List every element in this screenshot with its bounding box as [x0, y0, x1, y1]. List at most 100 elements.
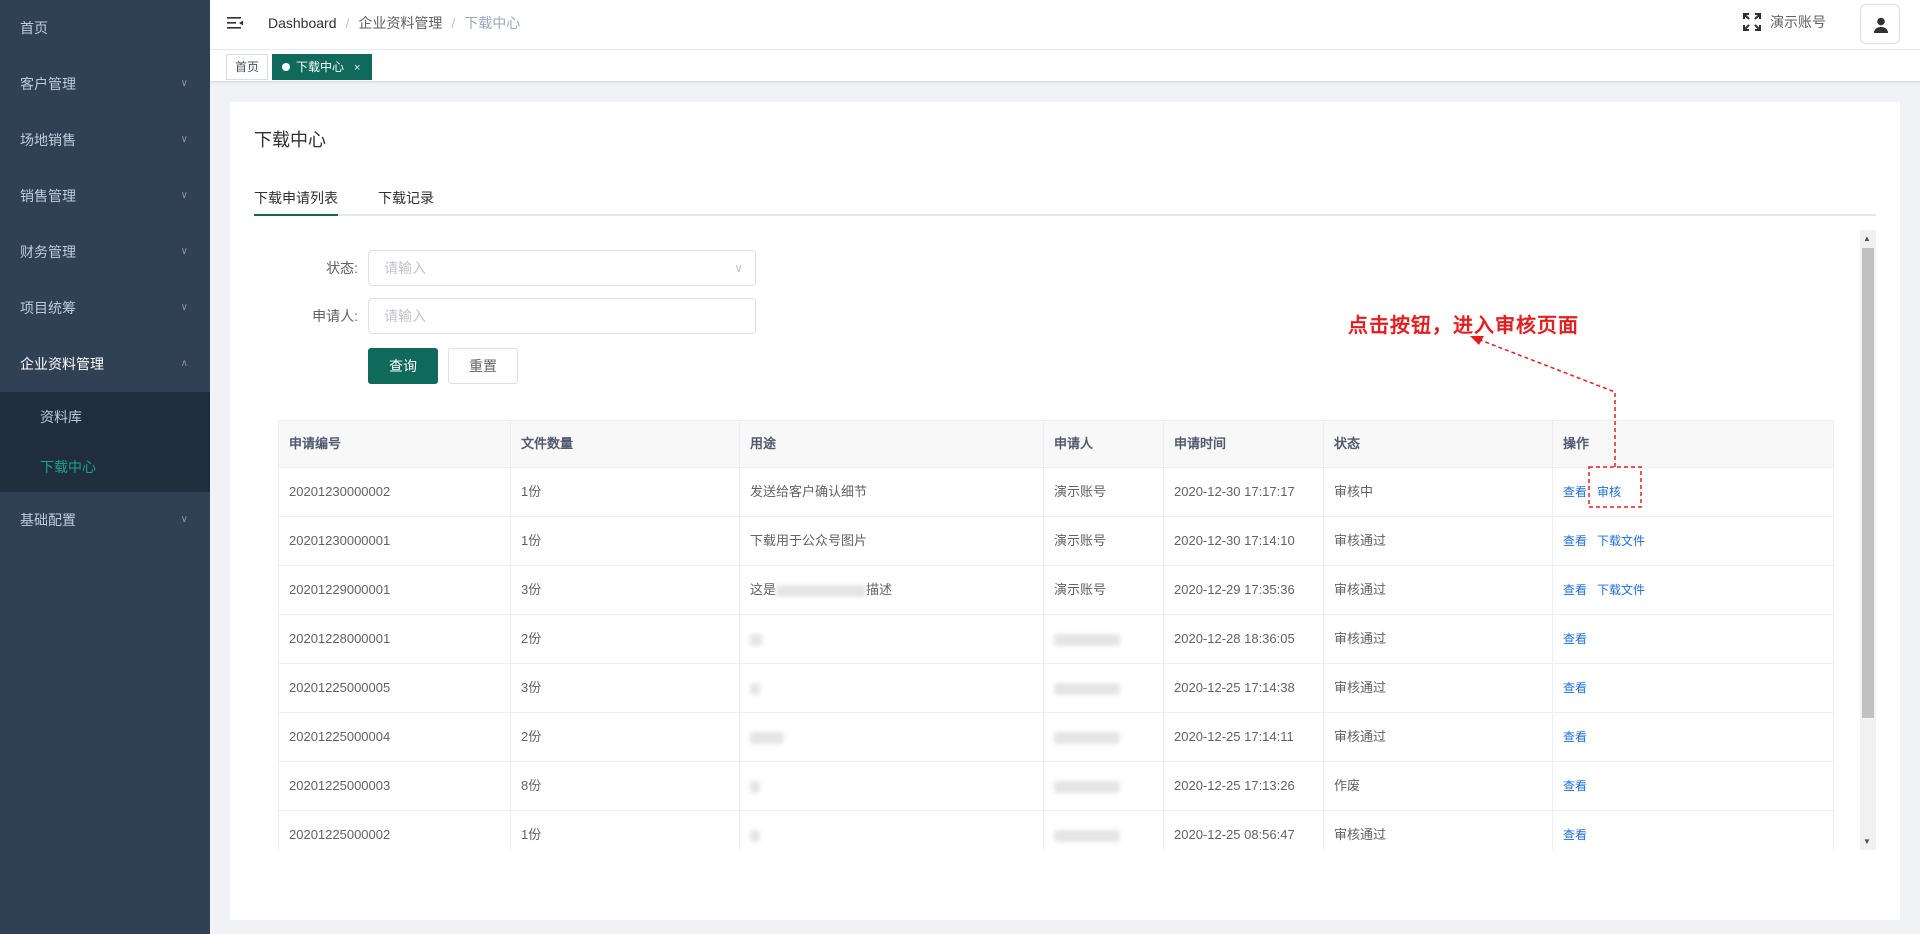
cell-status: 审核通过: [1324, 811, 1553, 850]
page-title: 下载中心: [254, 130, 326, 150]
sidebar: 首页 客户管理 ∨ 场地销售 ∨ 销售管理 ∨ 财务管理 ∨ 项目统筹 ∨ 企业资料管理 ∧…: [0, 0, 210, 934]
cell-count: 3份: [511, 664, 740, 712]
cell-id: 20201225000005: [279, 664, 511, 712]
redacted-text: [1054, 731, 1120, 744]
sidebar-item-label: 企业资料管理: [20, 356, 104, 372]
sidebar-item-download-center[interactable]: 下载中心: [0, 442, 210, 492]
sidebar-item-finance[interactable]: 财务管理 ∨: [0, 224, 210, 280]
cell-id: 20201229000001: [279, 566, 511, 614]
cell-applicant: [1044, 762, 1164, 810]
header-applicant: 申请人: [1044, 421, 1164, 467]
sidebar-item-library[interactable]: 资料库: [0, 392, 210, 442]
header-actions: 操作: [1563, 436, 1590, 451]
applicant-input[interactable]: 请输入: [368, 298, 756, 334]
cell-time: 2020-12-25 17:13:26: [1164, 762, 1324, 810]
sidebar-item-enterprise-docs[interactable]: 企业资料管理 ∧: [0, 336, 210, 392]
header-status: 状态: [1324, 421, 1553, 467]
status-select[interactable]: 请输入 ∨: [368, 250, 756, 286]
sidebar-item-home[interactable]: 首页: [0, 0, 210, 56]
chevron-up-icon: ∧: [180, 358, 188, 369]
annotation-text: 点击按钮，进入审核页面: [1348, 315, 1579, 337]
cell-actions: 查看: [1553, 811, 1833, 850]
cell-actions: 查看 下载文件: [1553, 566, 1833, 614]
table-row: 20201225000003 8份 2020-12-25 17:13:26 作废…: [279, 761, 1833, 810]
view-link[interactable]: 查看: [1563, 534, 1587, 548]
cell-id: 20201225000004: [279, 713, 511, 761]
redacted-text: [1054, 633, 1120, 646]
chevron-down-icon: ∨: [180, 246, 188, 257]
redacted-text: [1054, 682, 1120, 695]
sidebar-item-label: 首页: [20, 20, 48, 36]
hamburger-icon[interactable]: [226, 14, 244, 32]
cell-time: 2020-12-25 17:14:38: [1164, 664, 1324, 712]
download-file-link[interactable]: 下载文件: [1597, 534, 1645, 548]
breadcrumb-enterprise-docs[interactable]: 企业资料管理: [358, 15, 442, 31]
sidebar-item-label: 财务管理: [20, 244, 76, 260]
tag-home[interactable]: 首页: [226, 54, 268, 80]
view-link[interactable]: 查看: [1563, 632, 1587, 646]
avatar[interactable]: [1860, 4, 1900, 44]
cell-status: 审核通过: [1324, 615, 1553, 663]
cell-status: 审核通过: [1324, 713, 1553, 761]
cell-status: 审核通过: [1324, 517, 1553, 565]
redacted-text: [750, 633, 762, 646]
search-button[interactable]: 查询: [368, 348, 438, 384]
main-card: 下载中心 下载申请列表 下载记录 状态: 请输入 ∨ 申请人: 请输入 查询 重置…: [230, 102, 1900, 920]
view-link[interactable]: 查看: [1563, 583, 1587, 597]
audit-link[interactable]: 审核: [1597, 485, 1621, 499]
cell-status: 审核通过: [1324, 664, 1553, 712]
sidebar-item-label: 项目统筹: [20, 300, 76, 316]
sidebar-item-base-config[interactable]: 基础配置 ∨: [0, 492, 210, 548]
cell-count: 8份: [511, 762, 740, 810]
sidebar-item-customers[interactable]: 客户管理 ∨: [0, 56, 210, 112]
tab-download-requests[interactable]: 下载申请列表: [254, 182, 338, 216]
download-requests-table: 申请编号 文件数量 用途 申请人 申请时间 状态 操作 202012300000…: [278, 420, 1834, 850]
account-name[interactable]: 演示账号: [1770, 0, 1826, 44]
view-link[interactable]: 查看: [1563, 730, 1587, 744]
view-link[interactable]: 查看: [1563, 681, 1587, 695]
cell-purpose: 发送给客户确认细节: [740, 468, 1044, 516]
sidebar-item-projects[interactable]: 项目统筹 ∨: [0, 280, 210, 336]
cell-purpose: [740, 664, 1044, 712]
sidebar-item-label: 基础配置: [20, 512, 76, 528]
cell-status: 审核中: [1324, 468, 1553, 516]
purpose-suffix: 描述: [866, 582, 893, 597]
reset-button[interactable]: 重置: [448, 348, 518, 384]
cell-time: 2020-12-28 18:36:05: [1164, 615, 1324, 663]
cell-purpose: [740, 762, 1044, 810]
status-label: 状态:: [326, 260, 358, 276]
scrollbar-thumb[interactable]: [1862, 248, 1874, 718]
fullscreen-icon[interactable]: [1742, 12, 1762, 32]
cell-applicant: 演示账号: [1044, 517, 1164, 565]
redacted-text: [750, 682, 760, 695]
view-link[interactable]: 查看: [1563, 828, 1587, 842]
tag-download-center[interactable]: 下载中心 ×: [272, 54, 372, 80]
redacted-text: [750, 731, 784, 744]
download-file-link[interactable]: 下载文件: [1597, 583, 1645, 597]
cell-purpose: [740, 811, 1044, 850]
view-link[interactable]: 查看: [1563, 779, 1587, 793]
sidebar-item-sales[interactable]: 销售管理 ∨: [0, 168, 210, 224]
view-link[interactable]: 查看: [1563, 485, 1587, 499]
tags-view: 首页 下载中心 ×: [210, 50, 1920, 82]
close-icon[interactable]: ×: [354, 62, 360, 74]
cell-actions: 查看 下载文件: [1553, 517, 1833, 565]
vertical-scrollbar[interactable]: ▲ ▼: [1860, 230, 1876, 850]
chevron-down-icon: ∨: [734, 261, 743, 275]
scroll-down-icon[interactable]: ▼: [1863, 837, 1871, 846]
breadcrumb-dashboard[interactable]: Dashboard: [268, 15, 337, 31]
redacted-text: [1054, 829, 1120, 842]
tab-download-records[interactable]: 下载记录: [378, 182, 434, 216]
header-id: 申请编号: [279, 421, 511, 467]
cell-applicant: [1044, 664, 1164, 712]
cell-count: 1份: [511, 517, 740, 565]
cell-count: 1份: [511, 811, 740, 850]
table-row: 20201228000001 2份 2020-12-28 18:36:05 审核…: [279, 614, 1833, 663]
sidebar-item-venue-sales[interactable]: 场地销售 ∨: [0, 112, 210, 168]
header-time: 申请时间: [1164, 421, 1324, 467]
cell-purpose: 这是 描述: [740, 566, 1044, 614]
cell-actions: 查看: [1553, 713, 1833, 761]
cell-id: 20201225000003: [279, 762, 511, 810]
scroll-up-icon[interactable]: ▲: [1863, 234, 1871, 243]
chevron-down-icon: ∨: [180, 78, 188, 89]
